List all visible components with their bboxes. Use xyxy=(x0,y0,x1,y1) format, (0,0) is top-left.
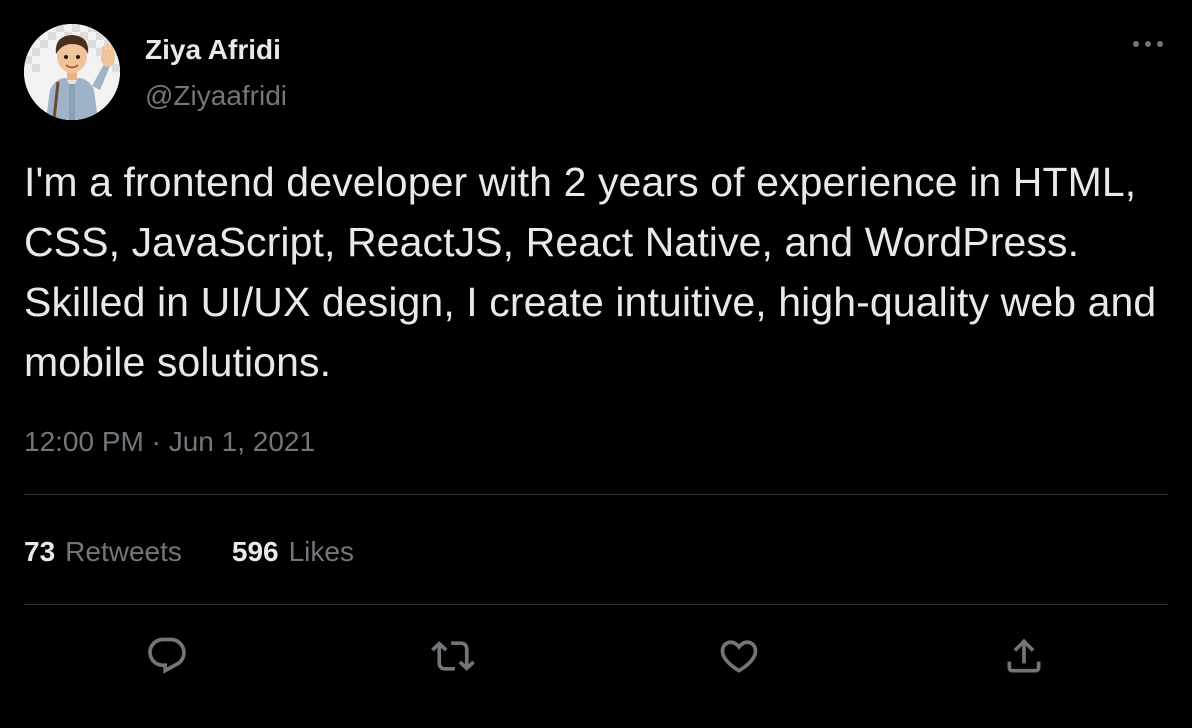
retweet-icon xyxy=(431,641,475,671)
more-options-button[interactable] xyxy=(1128,30,1168,58)
author-handle[interactable]: @Ziyaafridi xyxy=(145,79,287,113)
likes-stat[interactable]: 596 Likes xyxy=(232,532,354,572)
retweets-stat[interactable]: 73 Retweets xyxy=(24,532,182,572)
tweet-stats: 73 Retweets 596 Likes xyxy=(24,532,354,572)
share-icon xyxy=(1007,638,1041,673)
user-avatar-illustration xyxy=(24,24,120,120)
divider xyxy=(24,604,1168,605)
likes-count: 596 xyxy=(231,536,279,567)
share-button[interactable] xyxy=(998,630,1050,682)
avatar[interactable] xyxy=(24,24,120,120)
retweet-button[interactable] xyxy=(427,630,479,682)
more-options-icon xyxy=(1133,41,1163,47)
author-display-name[interactable]: Ziya Afridi xyxy=(145,33,281,67)
tweet-actions xyxy=(0,630,1192,682)
retweets-count: 73 xyxy=(24,536,56,567)
tweet-text: I'm a frontend developer with 2 years of… xyxy=(24,159,1157,385)
tweet-card: Ziya Afridi @Ziyaafridi I'm a frontend d… xyxy=(0,0,1192,728)
like-button[interactable] xyxy=(713,630,765,682)
likes-label: Likes xyxy=(288,536,354,567)
heart-icon xyxy=(720,640,758,673)
divider xyxy=(24,494,1168,495)
reply-icon xyxy=(148,637,186,674)
reply-button[interactable] xyxy=(141,630,193,682)
retweets-label: Retweets xyxy=(65,536,182,567)
tweet-timestamp[interactable]: 12:00 PM · Jun 1, 2021 xyxy=(24,424,315,460)
